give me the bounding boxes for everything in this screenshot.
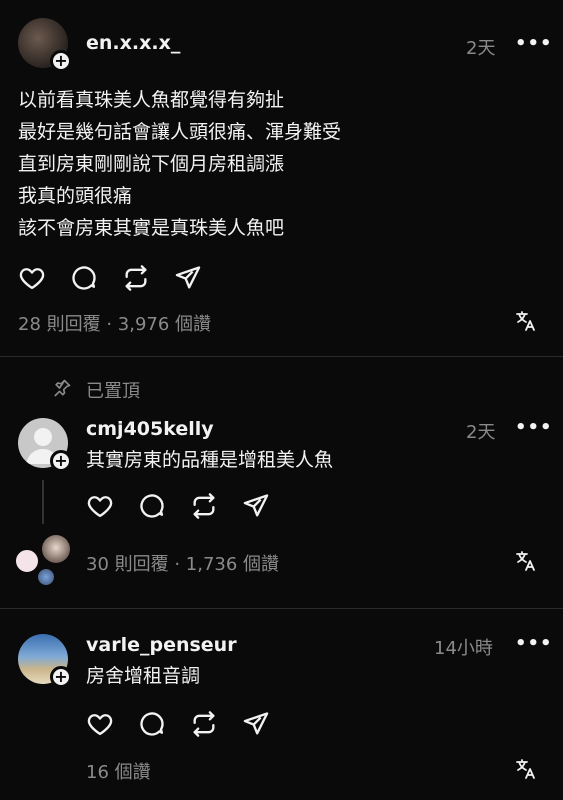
comment-icon[interactable] [70,264,98,292]
comment-stats[interactable]: 30 則回覆 · 1,736 個讚 [86,550,279,576]
repost-icon[interactable] [122,264,150,292]
divider [0,608,563,609]
post-time: 2天 [466,38,496,59]
post-username[interactable]: en.x.x.x_ [86,32,180,54]
comment-actions [86,492,286,522]
heart-icon[interactable] [18,264,46,292]
comment-stats[interactable]: 16 個讚 [86,758,151,784]
more-icon[interactable]: ••• [515,33,553,54]
translate-icon[interactable] [514,757,538,781]
comment-icon[interactable] [138,710,166,738]
translate-icon[interactable] [514,309,538,333]
more-icon[interactable]: ••• [515,417,553,438]
comment-body: 其實房東的品種是增租美人魚 [86,449,334,471]
comment-body: 房舍增租音調 [86,665,201,687]
divider [0,356,563,357]
more-icon[interactable]: ••• [515,633,553,654]
repost-icon[interactable] [190,710,218,738]
heart-icon[interactable] [86,492,114,520]
heart-icon[interactable] [86,710,114,738]
thread-line [42,480,44,524]
send-icon[interactable] [242,492,270,520]
reply-avatar[interactable] [42,535,70,563]
comment-actions [86,710,286,740]
follow-plus-icon[interactable]: + [50,50,72,72]
send-icon[interactable] [242,710,270,738]
reply-avatar[interactable] [14,548,40,574]
pinned-label: 已置頂 [86,381,140,402]
send-icon[interactable] [174,264,202,292]
follow-plus-icon[interactable]: + [50,450,72,472]
follow-plus-icon[interactable]: + [50,666,72,688]
pin-icon [52,378,72,398]
post-body: 以前看真珠美人魚都覺得有夠扯 最好是幾句話會讓人頭很痛、渾身難受 直到房東剛剛說… [18,89,342,239]
comment-icon[interactable] [138,492,166,520]
repost-icon[interactable] [190,492,218,520]
comment-time: 2天 [466,422,496,443]
post-actions [18,264,218,294]
translate-icon[interactable] [514,549,538,573]
comment-time: 14小時 [434,638,493,659]
reply-avatar[interactable] [38,569,54,585]
post-stats[interactable]: 28 則回覆 · 3,976 個讚 [18,310,211,336]
comment-username[interactable]: cmj405kelly [86,418,214,440]
comment-username[interactable]: varle_penseur [86,634,237,656]
